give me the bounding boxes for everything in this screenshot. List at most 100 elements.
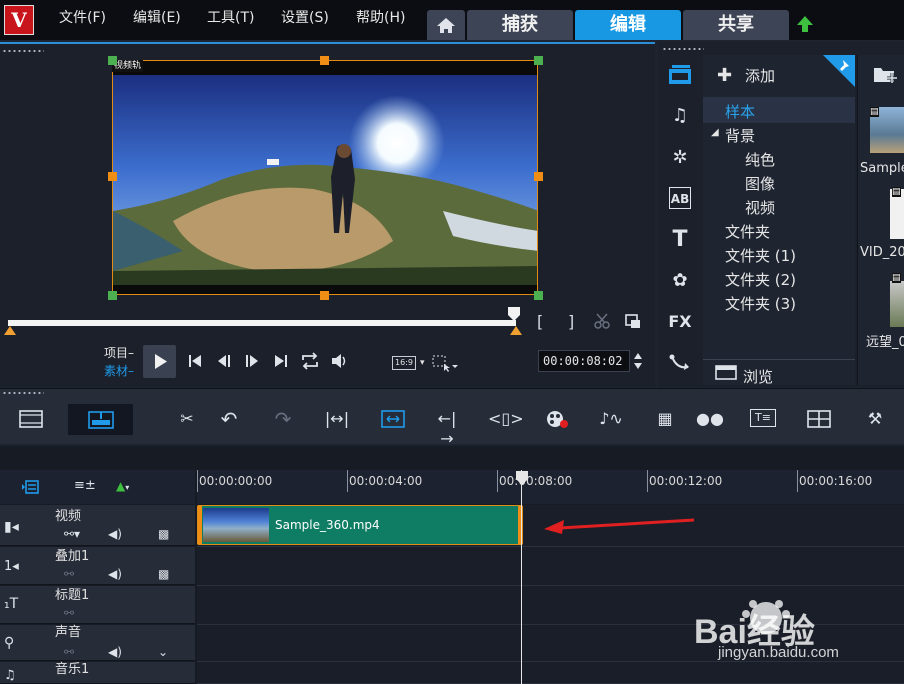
menu-tools[interactable]: 工具(T) [207,0,254,36]
crop-handle-tr[interactable] [534,56,543,65]
multi-track-icon[interactable] [806,409,832,429]
panel-grip[interactable] [2,50,44,52]
storyboard-view-icon[interactable] [18,409,44,429]
crop-handle-br[interactable] [534,291,543,300]
mute-icon-2[interactable]: ◀) [108,567,122,581]
menu-help[interactable]: 帮助(H) [356,0,405,36]
browse-button[interactable]: 浏览 [743,366,773,387]
add-icon[interactable]: ✚ [717,65,732,86]
pin-icon[interactable] [823,55,855,87]
track-row-music[interactable] [197,662,904,684]
crop-handle-tl[interactable] [108,56,117,65]
ripple-edit-icon[interactable] [380,409,406,429]
link-icon-3[interactable]: ⚯ [64,606,74,620]
path-icon[interactable] [666,349,694,377]
repeat-icon[interactable] [300,352,320,370]
tree-item-folder[interactable]: 文件夹 [725,221,770,242]
selection-tool-icon[interactable] [432,354,458,372]
scrubber-bar[interactable] [8,320,516,326]
crop-handle-left[interactable] [108,172,117,181]
tree-item-folder-3[interactable]: 文件夹 (3) [725,293,796,314]
aspect-ratio-button[interactable]: 16:9 [392,356,416,370]
timeline-view-button[interactable] [68,404,133,435]
import-folder-icon[interactable] [872,63,900,85]
browse-icon[interactable] [715,365,737,381]
transparency-icon[interactable]: ▩ [158,527,169,541]
menu-file[interactable]: 文件(F) [59,0,106,36]
multicam-icon[interactable]: ▦ [652,409,678,429]
home-button[interactable] [427,10,465,40]
time-ruler[interactable]: 00:00:00:00 00:00:04:00 00:00:08:00 00:0… [197,470,904,504]
track-manager-icon[interactable] [22,480,40,494]
crop-handle-top[interactable] [320,56,329,65]
title-ab-icon[interactable]: AB [669,187,691,209]
preview-video[interactable] [112,60,538,295]
snapshot-icon[interactable] [624,312,642,330]
playhead-handle-icon[interactable] [515,470,529,486]
audio-icon[interactable]: ♫ [666,102,694,130]
scrubber-knob-icon[interactable] [506,306,522,322]
tab-edit[interactable]: 编辑 [575,10,681,40]
timecode-spinner-icon[interactable] [632,350,644,372]
mode-clip[interactable]: 素材– [104,362,134,379]
graphics-icon[interactable]: ✿ [666,267,694,295]
timecode-display[interactable]: 00:00:08:02 [538,350,630,372]
volume-icon[interactable] [330,352,350,370]
track-header-overlay[interactable]: 1◂ 叠加1 ⚯ ◀) ▩ [0,547,195,585]
menu-edit[interactable]: 编辑(E) [133,0,181,36]
mask-icon[interactable]: ●● [696,409,724,429]
color-correction-icon[interactable] [544,409,570,429]
media-icon[interactable] [666,61,694,89]
end-icon[interactable] [272,352,290,370]
add-folder-button[interactable]: 添加 [745,65,775,86]
link-icon-2[interactable]: ⚯ [64,567,74,581]
tab-share[interactable]: 共享 [683,10,789,40]
menu-settings[interactable]: 设置(S) [281,0,329,36]
tree-item-video[interactable]: 视频 [745,197,775,218]
tree-item-solid-color[interactable]: 纯色 [745,149,775,170]
trim-icon[interactable]: <▯> [488,409,524,429]
add-track-icon[interactable]: ≡± [74,478,96,493]
motion-tracking-icon[interactable]: ⚒ [862,409,888,429]
home-start-icon[interactable] [186,352,204,370]
tree-item-folder-1[interactable]: 文件夹 (1) [725,245,796,266]
transparency-icon-2[interactable]: ▩ [158,567,169,581]
tree-item-sample[interactable]: 样本 [725,101,755,122]
aspect-dropdown-icon[interactable]: ▾ [420,358,425,368]
track-row-overlay[interactable] [197,547,904,586]
mute-icon-4[interactable]: ◀) [108,645,122,659]
crop-handle-bottom[interactable] [320,291,329,300]
timeline-clip[interactable]: Sample_360.mp4 [197,505,523,545]
track-header-title[interactable]: ₁T 标题1 ⚯ [0,586,195,624]
mode-project[interactable]: 项目– [104,344,134,361]
prev-frame-icon[interactable] [216,352,234,370]
library-grip[interactable] [662,48,704,50]
mark-out-button[interactable]: ] [568,312,574,331]
track-header-voice[interactable]: ⚲ 声音 ⚯ ◀) ⌄ [0,625,195,661]
tree-item-image[interactable]: 图像 [745,173,775,194]
play-button[interactable] [143,345,176,378]
link-icon[interactable]: ⚯▾ [64,527,80,541]
tree-item-background[interactable]: 背景 [725,125,755,146]
mute-icon[interactable]: ◀) [108,527,122,541]
chapter-marker-icon[interactable]: ▲▾ [116,479,129,493]
instant-project-icon[interactable]: ✲ [666,144,694,172]
audio-mixer-icon[interactable]: ♪∿ [598,409,624,429]
link-icon-4[interactable]: ⚯ [64,645,74,659]
next-frame-icon[interactable] [242,352,260,370]
thumbnail-remote[interactable] [890,281,904,327]
redo-icon[interactable]: ↷ [270,409,296,429]
crop-handle-right[interactable] [534,172,543,181]
fit-timeline-icon[interactable]: |↔| [324,409,350,429]
track-header-music[interactable]: ♫ 音乐1 [0,662,195,684]
collapse-icon[interactable]: ⌄ [158,645,168,659]
text-icon[interactable]: T [666,226,694,254]
clip-trim-left[interactable] [198,506,202,544]
tab-capture[interactable]: 捕获 [467,10,573,40]
trim-out-marker[interactable] [510,326,522,335]
undo-icon[interactable]: ↶ [216,409,242,429]
upload-icon[interactable] [795,14,815,34]
tools-icon[interactable]: ✂ [174,409,200,429]
toolbar-grip[interactable] [2,392,44,394]
tree-expand-icon[interactable]: ◢ [711,127,719,138]
